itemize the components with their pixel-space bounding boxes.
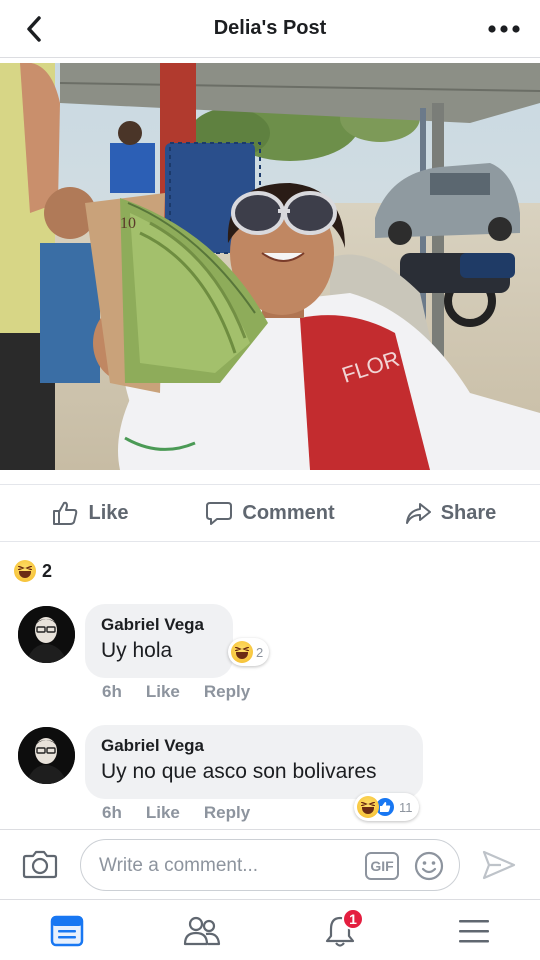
- header-bar: Delia's Post: [0, 0, 540, 58]
- comment-label: Comment: [242, 501, 335, 524]
- comment-text: Uy no que asco son bolivares: [101, 760, 377, 783]
- comment-reply-link[interactable]: Reply: [204, 682, 250, 702]
- gif-button[interactable]: GIF: [365, 852, 399, 880]
- comment-reactions[interactable]: 11: [354, 793, 419, 821]
- comment-text: Uy hola: [101, 639, 173, 662]
- camera-button[interactable]: [22, 848, 58, 880]
- post-actions-bar: Like Comment Share: [0, 484, 540, 542]
- comment-time: 6h: [102, 803, 122, 822]
- comment-reaction-count: 11: [399, 799, 413, 815]
- post-photo-image: FLOR 10: [0, 63, 540, 470]
- comment-reactions[interactable]: 2: [228, 638, 270, 666]
- send-button[interactable]: [481, 848, 517, 882]
- hamburger-menu-icon: [459, 920, 489, 943]
- send-arrow-icon: [482, 850, 516, 880]
- share-label: Share: [440, 501, 497, 524]
- haha-reaction-icon: [231, 641, 253, 663]
- haha-reaction-icon: [14, 560, 36, 582]
- share-arrow-icon: [405, 503, 431, 524]
- emoji-button[interactable]: [413, 850, 445, 882]
- camera-icon: [22, 850, 58, 879]
- nav-menu[interactable]: [454, 912, 494, 950]
- nav-friends[interactable]: [182, 912, 222, 950]
- thumbs-up-icon: [53, 501, 78, 525]
- nav-notifications[interactable]: 1: [320, 908, 364, 950]
- like-button[interactable]: Like: [0, 485, 180, 541]
- comment-reaction-count: 2: [256, 644, 264, 660]
- speech-bubble-icon: [206, 502, 233, 525]
- comment-like-link[interactable]: Like: [146, 803, 180, 823]
- banknote-digits: 10: [120, 215, 136, 232]
- like-label: Like: [88, 501, 129, 524]
- comment-item: Gabriel Vega Uy hola 2 6h Like Reply: [0, 600, 540, 710]
- ellipsis-icon: [488, 25, 520, 33]
- comment-meta: 6h Like Reply: [102, 682, 250, 702]
- comment-like-link[interactable]: Like: [146, 682, 180, 702]
- news-feed-icon: [50, 915, 84, 947]
- comment-reply-link[interactable]: Reply: [204, 803, 250, 823]
- reaction-count: 2: [42, 560, 53, 581]
- share-button[interactable]: Share: [360, 485, 540, 541]
- bottom-navigation: 1: [0, 899, 540, 960]
- nav-news-feed[interactable]: [47, 912, 87, 950]
- comment-input[interactable]: [99, 852, 359, 880]
- comment-button[interactable]: Comment: [180, 485, 360, 541]
- friends-icon: [183, 916, 221, 946]
- more-options-button[interactable]: [486, 18, 522, 40]
- comment-input-box[interactable]: GIF: [80, 839, 460, 891]
- avatar[interactable]: [18, 606, 75, 663]
- notifications-badge: 1: [342, 908, 364, 930]
- comment-bubble[interactable]: Gabriel Vega Uy no que asco son bolivare…: [85, 725, 423, 799]
- smiley-icon: [414, 851, 444, 881]
- avatar[interactable]: [18, 727, 75, 784]
- comment-item: Gabriel Vega Uy no que asco son bolivare…: [0, 721, 540, 831]
- comment-meta: 6h Like Reply: [102, 803, 250, 823]
- comment-time: 6h: [102, 682, 122, 701]
- comment-bubble[interactable]: Gabriel Vega Uy hola: [85, 604, 233, 678]
- post-photo[interactable]: FLOR 10: [0, 63, 540, 470]
- haha-reaction-icon: [357, 796, 379, 818]
- comment-author[interactable]: Gabriel Vega: [101, 736, 407, 756]
- comment-composer: GIF: [0, 829, 540, 899]
- reaction-summary[interactable]: 2: [14, 557, 52, 585]
- page-title: Delia's Post: [213, 17, 327, 39]
- comment-author[interactable]: Gabriel Vega: [101, 615, 217, 635]
